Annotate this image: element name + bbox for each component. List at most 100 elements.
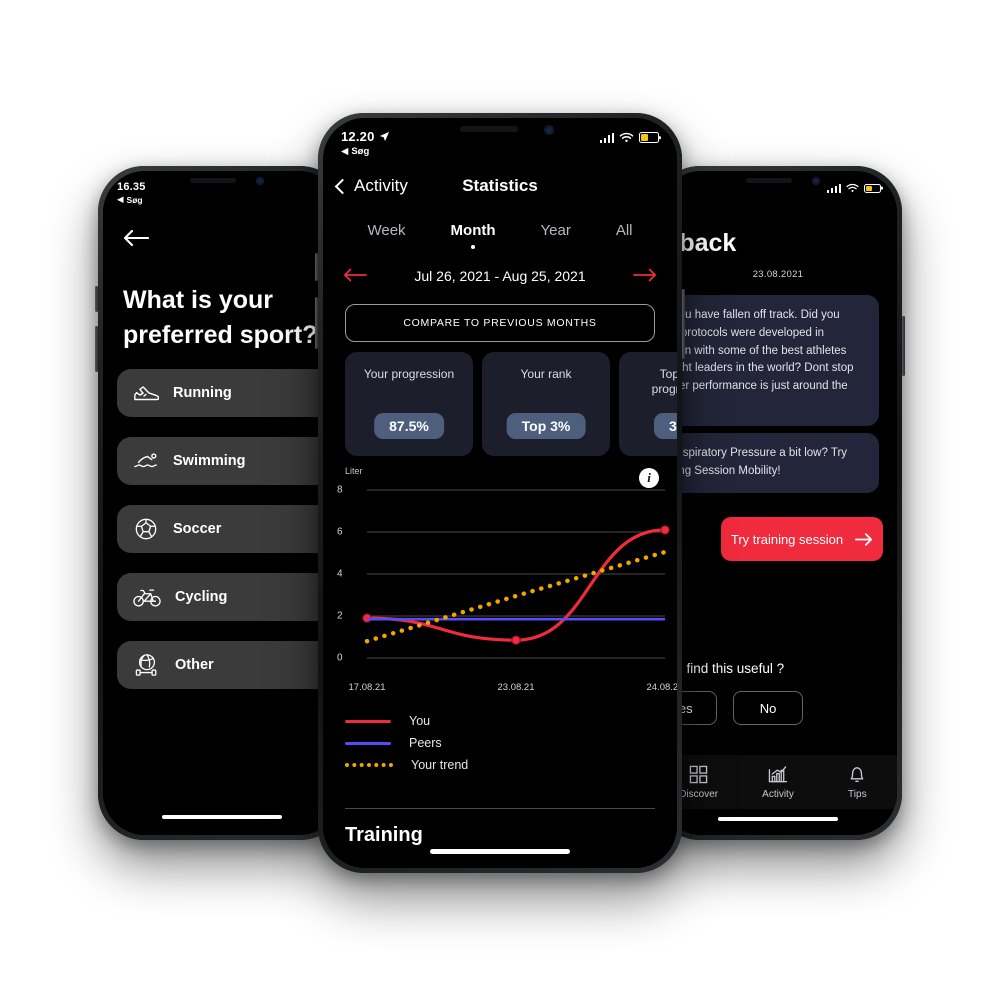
wifi-icon [846,183,859,192]
tab-tips[interactable]: Tips [818,765,897,800]
sport-label: Other [175,657,214,673]
center-phone-screen: 12.20 ◀ Søg Activity Statistics Week Mon… [323,118,677,868]
center-status-time: 12.20 [341,129,375,144]
right-phone-inner: Feedback 23.08.2021 We see you have fall… [659,171,897,835]
sport-label: Running [173,385,232,401]
volume-down-button[interactable] [95,326,98,372]
legend-label: Your trend [411,758,469,772]
center-phone-mockup: 12.20 ◀ Søg Activity Statistics Week Mon… [315,113,685,873]
location-arrow-icon [379,131,389,142]
tab-label: Activity [762,788,794,800]
left-status-time: 16.35 [117,181,146,193]
stat-card-rank[interactable]: Your rank Top 3% [482,352,610,456]
bottom-tab-bar: Discover Activity Tips [659,755,897,809]
tab-year[interactable]: Year [541,222,571,249]
chart-series-your-trend [364,549,668,644]
right-status-bar [659,183,897,193]
grid-icon [689,765,708,783]
arrow-left-icon [343,268,367,282]
left-status-back-app[interactable]: ◀ Søg [117,194,146,205]
triangle-left-icon: ◀ [117,194,124,204]
left-status-bar: 16.35 ◀ Søg [103,181,341,205]
sport-label: Cycling [175,589,228,605]
left-phone-inner: 16.35 ◀ Søg What is your preferred sport… [103,171,341,835]
arrow-right-icon [855,532,873,546]
right-phone-screen: Feedback 23.08.2021 We see you have fall… [659,171,897,835]
power-button[interactable] [682,289,685,359]
sport-option-swimming[interactable]: Swimming [117,437,341,485]
legend-item-trend: Your trend [345,754,468,776]
sport-option-soccer[interactable]: Soccer [117,505,341,553]
chart-y-unit-label: Liter [345,466,363,476]
cta-label: Try training session [730,531,844,547]
cellular-signal-icon [826,183,841,193]
left-page-question: What is your preferred sport? [123,286,318,349]
tab-all[interactable]: All [616,222,633,249]
stat-card-top25[interactable]: Top 25% progression 39% [619,352,677,456]
center-home-indicator[interactable] [430,849,570,854]
swimmer-icon [134,453,157,468]
center-status-time-group: 12.20 [341,129,390,144]
power-button[interactable] [902,316,905,376]
chart-data-point [511,635,521,645]
try-training-session-button[interactable]: Try training session [721,517,883,561]
cellular-signal-icon [599,132,614,143]
wifi-icon [619,132,634,142]
sport-option-cycling[interactable]: Cycling [117,573,341,621]
legend-label: You [409,714,431,728]
screenshot-stage: 16.35 ◀ Søg What is your preferred sport… [0,0,1000,1000]
answer-no-button[interactable]: No [733,691,803,725]
stat-cards-row[interactable]: Your progression 87.5% Your rank Top 3% … [345,352,677,456]
range-prev-button[interactable] [343,266,367,286]
volume-down-button[interactable] [315,297,318,349]
chart-plot-area [362,489,670,659]
chart-legend: You Peers Your trend [345,710,468,776]
left-home-indicator[interactable] [162,815,282,819]
right-home-indicator[interactable] [718,817,838,821]
sport-options-list: Running Swimming Soccer Cycling Other [117,369,341,709]
stat-card-progression[interactable]: Your progression 87.5% [345,352,473,456]
left-back-button[interactable] [123,227,150,253]
training-section-title: Training [345,824,423,846]
bar-chart-icon [768,765,788,782]
volume-up-button[interactable] [315,253,318,281]
sport-option-other[interactable]: Other [117,641,341,689]
feedback-message-1: We see you have fallen off track. Did yo… [659,295,879,426]
stat-card-title: Top 25% progression [651,367,677,396]
compare-button[interactable]: COMPARE TO PREVIOUS MONTHS [345,304,655,342]
right-phone-mockup: Feedback 23.08.2021 We see you have fall… [654,166,905,840]
running-shoe-icon [134,386,159,401]
statistics-chart: Liter i 02468 17.08.2123.08.2124.08.21 [323,466,677,696]
center-status-back-app[interactable]: ◀ Søg [341,146,390,157]
chart-x-tick: 23.08.21 [497,682,535,693]
center-nav-bar: Activity Statistics [323,176,677,210]
chart-series-you [365,528,667,642]
tab-week[interactable]: Week [367,222,405,249]
stat-card-value: 87.5% [374,413,444,439]
stat-card-value: Top 3% [506,413,586,439]
date-range-selector: Jul 26, 2021 - Aug 25, 2021 [323,266,677,286]
arrow-right-icon [633,268,657,282]
chart-data-point [660,525,670,535]
legend-label: Peers [409,736,442,750]
stat-card-value: 39% [653,413,677,439]
battery-icon [864,183,881,193]
tab-label: Tips [848,788,867,800]
tab-activity[interactable]: Activity [738,765,817,800]
legend-swatch-you [345,719,391,723]
volume-up-button[interactable] [95,286,98,312]
tab-label: Discover [679,788,719,800]
range-next-button[interactable] [633,266,657,286]
chart-x-tick-labels: 17.08.21 23.08.21 24.08.21 [323,682,677,696]
tab-month[interactable]: Month [451,222,496,249]
chart-x-tick: 17.08.21 [348,682,386,693]
sport-option-running[interactable]: Running [117,369,341,417]
center-status-bar: 12.20 ◀ Søg [323,129,677,157]
arrow-left-icon [123,229,150,247]
center-status-back-label: Søg [351,146,370,157]
bicycle-icon [133,589,161,607]
chart-x-tick: 24.08.21 [646,682,677,693]
legend-item-peers: Peers [345,732,468,754]
bell-icon [850,766,864,782]
other-sports-icon [135,654,157,676]
